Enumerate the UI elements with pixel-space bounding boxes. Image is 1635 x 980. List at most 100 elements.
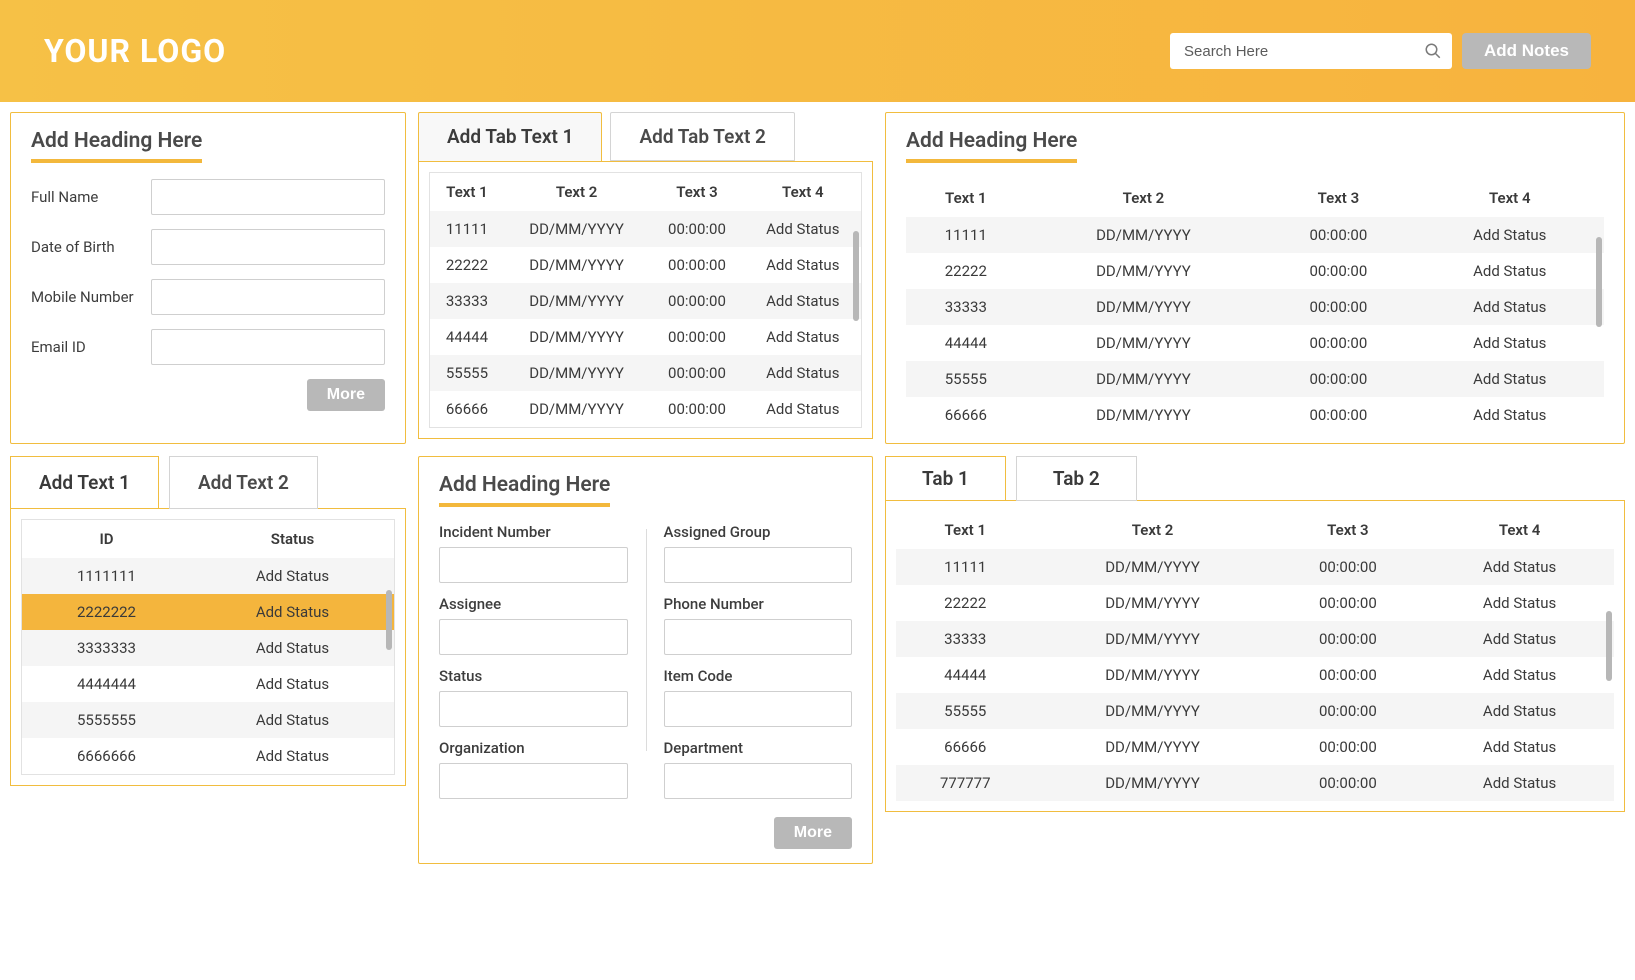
tab-1[interactable]: Tab 1 (885, 456, 1006, 501)
table-row[interactable]: 22222DD/MM/YYYY00:00:00Add Status (896, 585, 1614, 621)
field-input[interactable] (664, 619, 853, 655)
form-row: Mobile Number (31, 279, 385, 315)
form-field: Department (664, 739, 853, 799)
field-input[interactable] (151, 279, 385, 315)
app-header: YOUR LOGO Add Notes (0, 0, 1635, 102)
table-row[interactable]: 777777DD/MM/YYYY00:00:00Add Status (896, 765, 1614, 801)
field-input[interactable] (151, 229, 385, 265)
cell: DD/MM/YYYY (1035, 765, 1271, 801)
cell: DD/MM/YYYY (504, 319, 649, 355)
cell: 55555 (906, 361, 1026, 397)
table-row[interactable]: 66666DD/MM/YYYY00:00:00Add Status (896, 729, 1614, 765)
table-row[interactable]: 33333DD/MM/YYYY00:00:00Add Status (906, 289, 1604, 325)
table-row[interactable]: 55555DD/MM/YYYY00:00:00Add Status (430, 355, 861, 391)
cell: DD/MM/YYYY (1035, 585, 1271, 621)
cell: 00:00:00 (1261, 361, 1415, 397)
cell: 00:00:00 (649, 355, 744, 391)
tab-text-2[interactable]: Add Tab Text 2 (610, 112, 794, 161)
form-row: Date of Birth (31, 229, 385, 265)
scrollbar-icon[interactable] (853, 211, 859, 421)
form-field: Assigned Group (664, 523, 853, 583)
cell: 6666666 (22, 738, 191, 774)
cell: 00:00:00 (1261, 289, 1415, 325)
cell: DD/MM/YYYY (1026, 217, 1262, 253)
field-input[interactable] (439, 691, 628, 727)
tab-add-text-2[interactable]: Add Text 2 (169, 456, 318, 509)
cell: Add Status (191, 594, 394, 630)
cell: DD/MM/YYYY (1026, 253, 1262, 289)
scrollbar-icon[interactable] (386, 590, 392, 650)
tab-add-text-1[interactable]: Add Text 1 (10, 456, 159, 509)
field-input[interactable] (439, 619, 628, 655)
cell: Add Status (745, 247, 861, 283)
cell: 00:00:00 (649, 391, 744, 427)
cell: 00:00:00 (1261, 397, 1415, 433)
scrollbar-icon[interactable] (1596, 217, 1602, 427)
col-header: Text 1 (906, 179, 1026, 217)
cell: 5555555 (22, 702, 191, 738)
tab-text-1[interactable]: Add Tab Text 1 (418, 112, 602, 161)
table-row[interactable]: 11111DD/MM/YYYY00:00:00Add Status (430, 211, 861, 247)
table-row[interactable]: 11111DD/MM/YYYY00:00:00Add Status (896, 549, 1614, 585)
field-label: Incident Number (439, 523, 628, 541)
heading-card1: Add Heading Here (31, 129, 202, 163)
cell: 44444 (906, 325, 1026, 361)
table-row[interactable]: 22222DD/MM/YYYY00:00:00Add Status (430, 247, 861, 283)
tab-2[interactable]: Tab 2 (1016, 456, 1137, 501)
cell: Add Status (1425, 729, 1614, 765)
add-notes-button[interactable]: Add Notes (1462, 33, 1591, 69)
field-input[interactable] (664, 691, 853, 727)
table-row[interactable]: 6666666Add Status (22, 738, 394, 774)
col-header: Status (191, 520, 394, 558)
table-row[interactable]: 5555555Add Status (22, 702, 394, 738)
field-input[interactable] (439, 547, 628, 583)
cell: 00:00:00 (649, 319, 744, 355)
field-input[interactable] (664, 547, 853, 583)
table-row[interactable]: 66666DD/MM/YYYY00:00:00Add Status (430, 391, 861, 427)
table-row[interactable]: 55555DD/MM/YYYY00:00:00Add Status (896, 693, 1614, 729)
cell: 00:00:00 (1271, 657, 1426, 693)
cell: DD/MM/YYYY (504, 283, 649, 319)
col-header: Text 4 (1416, 179, 1604, 217)
field-input[interactable] (151, 179, 385, 215)
field-label: Date of Birth (31, 238, 151, 256)
card-list-tabs: Add Text 1 Add Text 2 IDStatus 1111111Ad… (10, 456, 406, 864)
cell: DD/MM/YYYY (1026, 325, 1262, 361)
card-incident-form: Add Heading Here Incident NumberAssignee… (418, 456, 873, 864)
table-row[interactable]: 2222222Add Status (22, 594, 394, 630)
form-row: Email ID (31, 329, 385, 365)
cell: 33333 (430, 283, 504, 319)
more-button-card5[interactable]: More (774, 817, 852, 849)
cell: 55555 (896, 693, 1035, 729)
cell: Add Status (1416, 253, 1604, 289)
table-row[interactable]: 3333333Add Status (22, 630, 394, 666)
table-row[interactable]: 33333DD/MM/YYYY00:00:00Add Status (896, 621, 1614, 657)
scrollbar-icon[interactable] (1606, 611, 1612, 681)
table-row[interactable]: 33333DD/MM/YYYY00:00:00Add Status (430, 283, 861, 319)
table-row[interactable]: 22222DD/MM/YYYY00:00:00Add Status (906, 253, 1604, 289)
cell: Add Status (745, 391, 861, 427)
more-button-card1[interactable]: More (307, 379, 385, 411)
field-input[interactable] (151, 329, 385, 365)
table-row[interactable]: 11111DD/MM/YYYY00:00:00Add Status (906, 217, 1604, 253)
field-input[interactable] (439, 763, 628, 799)
form-row: Full Name (31, 179, 385, 215)
table-row[interactable]: 44444DD/MM/YYYY00:00:00Add Status (896, 657, 1614, 693)
table-row[interactable]: 44444DD/MM/YYYY00:00:00Add Status (906, 325, 1604, 361)
table-row[interactable]: 55555DD/MM/YYYY00:00:00Add Status (906, 361, 1604, 397)
search-input[interactable] (1170, 33, 1452, 69)
cell: 22222 (896, 585, 1035, 621)
cell: DD/MM/YYYY (1035, 657, 1271, 693)
table-row[interactable]: 1111111Add Status (22, 558, 394, 594)
table-row[interactable]: 44444DD/MM/YYYY00:00:00Add Status (430, 319, 861, 355)
cell: 44444 (430, 319, 504, 355)
table-row[interactable]: 66666DD/MM/YYYY00:00:00Add Status (906, 397, 1604, 433)
field-label: Assignee (439, 595, 628, 613)
cell: 00:00:00 (1271, 729, 1426, 765)
form-field: Status (439, 667, 628, 727)
cell: Add Status (1416, 217, 1604, 253)
table-row[interactable]: 4444444Add Status (22, 666, 394, 702)
cell: Add Status (1416, 361, 1604, 397)
field-label: Phone Number (664, 595, 853, 613)
field-input[interactable] (664, 763, 853, 799)
